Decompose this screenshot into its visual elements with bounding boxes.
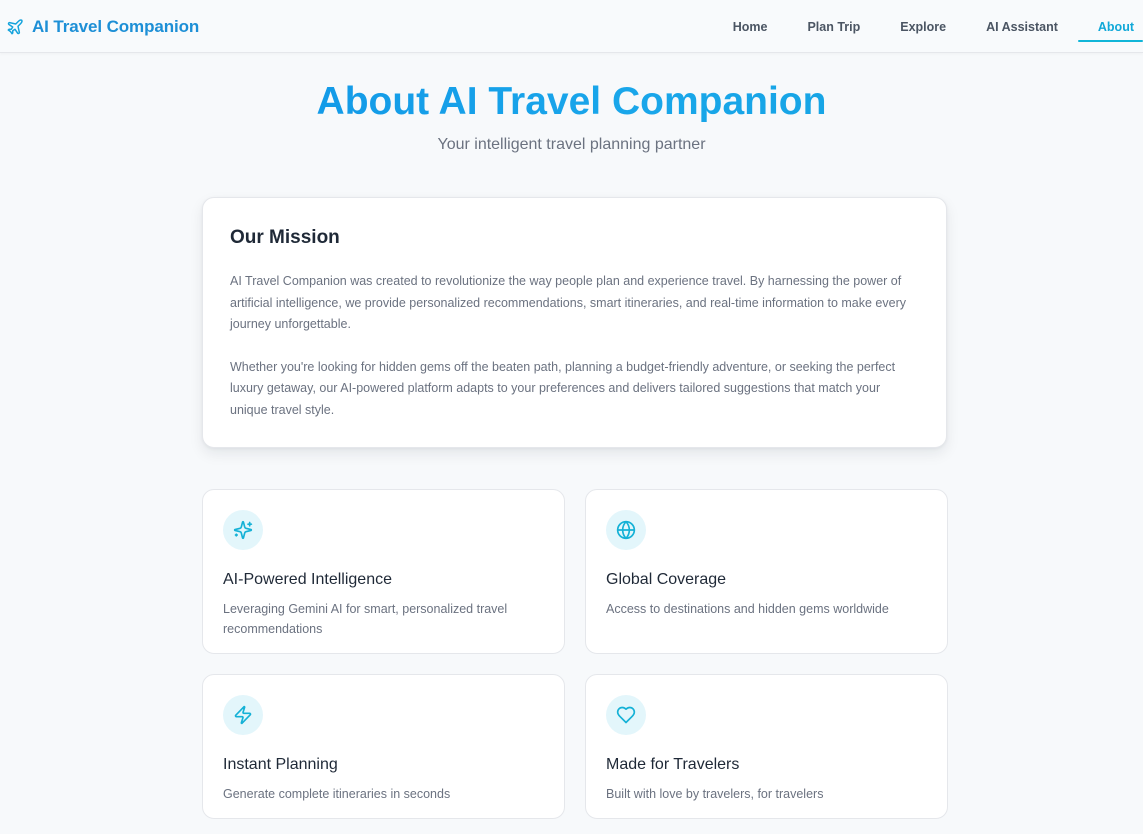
feature-title: AI-Powered Intelligence [223, 571, 392, 588]
nav-about[interactable]: About [1077, 0, 1143, 53]
nav-plan-trip[interactable]: Plan Trip [787, 0, 880, 53]
nav-ai-assistant[interactable]: AI Assistant [966, 0, 1078, 53]
page-title: About AI Travel Companion [0, 78, 1143, 126]
top-navbar: AI Travel Companion Home Plan Trip Explo… [0, 0, 1143, 53]
feature-description: Generate complete itineraries in seconds [223, 787, 451, 801]
mission-paragraph: AI Travel Companion was created to revol… [230, 274, 906, 331]
feature-description: Leveraging Gemini AI for smart, personal… [223, 602, 508, 636]
brand-logo-link[interactable]: AI Travel Companion [6, 15, 199, 39]
feature-title: Global Coverage [606, 571, 727, 588]
plane-icon [6, 18, 24, 36]
page-subtitle: Your intelligent travel planning partner [437, 136, 706, 153]
nav-home[interactable]: Home [713, 0, 788, 53]
heart-icon [606, 695, 646, 735]
lightning-icon [223, 695, 263, 735]
globe-icon [606, 510, 646, 550]
feature-title: Instant Planning [223, 756, 338, 773]
feature-card-global-coverage: Global Coverage Access to destinations a… [585, 489, 948, 654]
feature-description: Built with love by travelers, for travel… [606, 787, 824, 801]
feature-description: Access to destinations and hidden gems w… [606, 602, 889, 616]
main-nav: Home Plan Trip Explore AI Assistant Abou… [713, 0, 1143, 53]
mission-paragraph: Whether you're looking for hidden gems o… [230, 359, 896, 417]
feature-card-made-for-travelers: Made for Travelers Built with love by tr… [585, 674, 948, 819]
mission-title: Our Mission [230, 227, 340, 248]
nav-explore[interactable]: Explore [880, 0, 966, 53]
sparkles-icon [223, 510, 263, 550]
brand-name: AI Travel Companion [32, 17, 200, 36]
feature-card-ai-intelligence: AI-Powered Intelligence Leveraging Gemin… [202, 489, 565, 654]
feature-title: Made for Travelers [606, 756, 740, 773]
feature-card-instant-planning: Instant Planning Generate complete itine… [202, 674, 565, 819]
mission-card: Our Mission AI Travel Companion was crea… [202, 197, 947, 448]
